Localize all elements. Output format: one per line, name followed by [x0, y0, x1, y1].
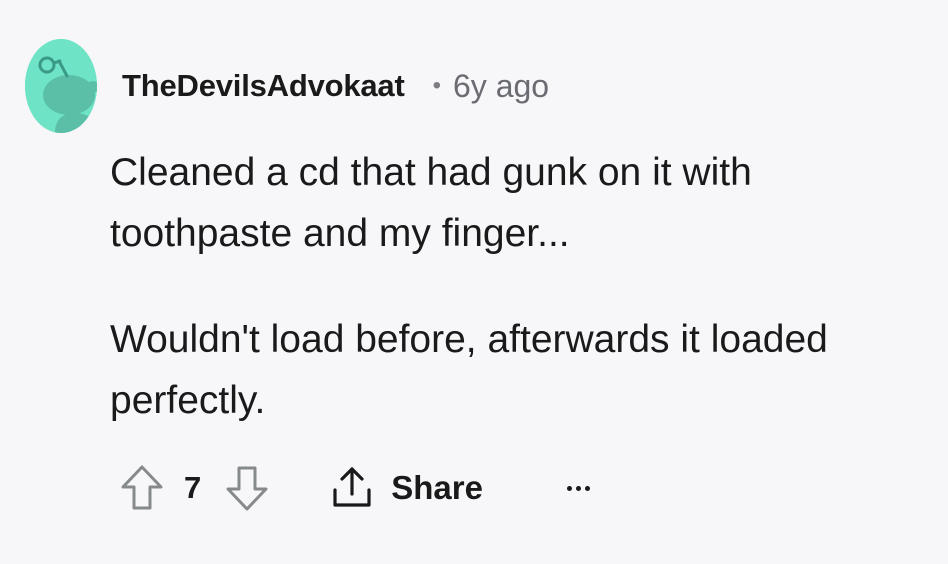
- vote-count: 7: [184, 470, 202, 505]
- more-options-button[interactable]: [566, 485, 590, 491]
- ellipsis-icon: [584, 485, 590, 491]
- comment-action-bar: 7 Share: [118, 462, 590, 514]
- ellipsis-icon: [566, 485, 572, 491]
- username-link[interactable]: TheDevilsAdvokaat: [122, 68, 405, 104]
- comment-paragraph: Cleaned a cd that had gunk on it with to…: [110, 151, 752, 255]
- meta-separator: •: [432, 72, 441, 99]
- share-label: Share: [391, 469, 483, 506]
- user-avatar[interactable]: [25, 39, 97, 133]
- arrow-down-outline-icon: [226, 466, 268, 511]
- arrow-up-outline-icon: [121, 465, 163, 510]
- comment-paragraph: Wouldn't load before, afterwards it load…: [110, 318, 828, 422]
- comment-body: Cleaned a cd that had gunk on it with to…: [110, 142, 910, 431]
- comment-timestamp[interactable]: 6y ago: [453, 68, 549, 105]
- upvote-button[interactable]: [118, 462, 166, 514]
- downvote-button[interactable]: [223, 462, 271, 514]
- ellipsis-icon: [575, 485, 581, 491]
- share-upload-icon: [333, 467, 371, 507]
- reddit-snoo-avatar-icon: [25, 39, 97, 133]
- share-button[interactable]: Share: [329, 464, 483, 512]
- comment-header: TheDevilsAdvokaat • 6y ago: [122, 64, 549, 108]
